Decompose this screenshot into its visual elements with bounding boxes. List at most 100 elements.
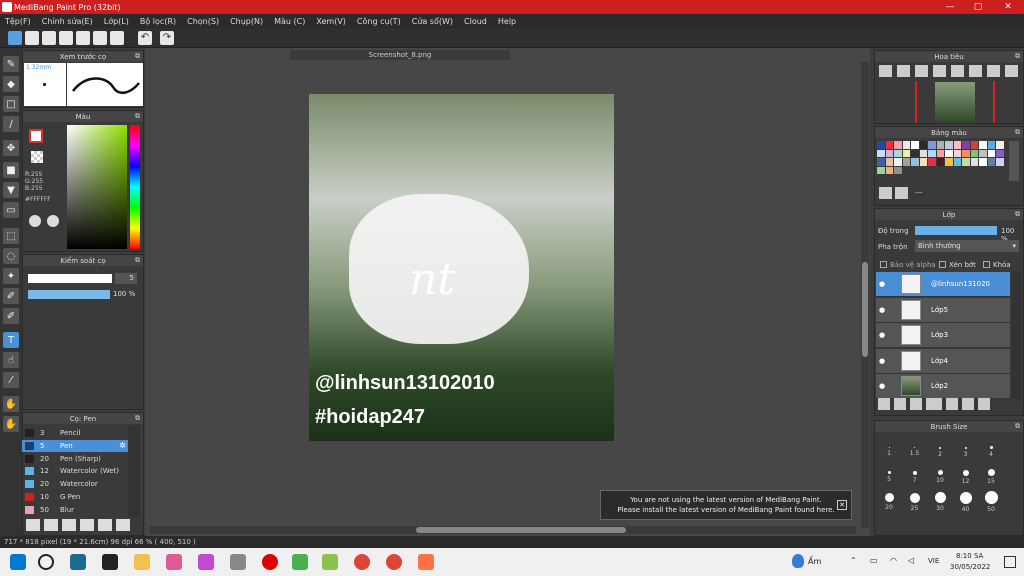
brush-add-icon[interactable] (26, 519, 40, 531)
brush-size-preset[interactable]: 10 (928, 465, 952, 489)
brush-size-preset[interactable]: 5 (877, 465, 901, 489)
layer-menu-icon[interactable] (926, 398, 942, 410)
palette-swatch[interactable] (987, 141, 995, 149)
brush-size-preset[interactable]: 15 (979, 465, 1003, 489)
network-icon[interactable]: ▭ (870, 556, 878, 565)
tray-chevron-icon[interactable]: ⌃ (850, 556, 857, 565)
palette-swatch[interactable] (987, 149, 995, 157)
palette-swatch[interactable] (945, 149, 953, 157)
gradient-tool-icon[interactable]: ▭ (3, 202, 19, 218)
layer-scrollbar[interactable] (1011, 271, 1021, 399)
protect-alpha-checkbox[interactable] (880, 261, 887, 268)
palette-swatch[interactable] (902, 149, 910, 157)
move-tool-icon[interactable]: ✥ (3, 140, 19, 156)
palette-swatch[interactable] (962, 141, 970, 149)
add-layer-icon[interactable] (878, 398, 890, 410)
fit-icon[interactable] (915, 65, 928, 77)
brush-settings-icon[interactable] (44, 519, 58, 531)
eye-icon[interactable]: ● (879, 357, 889, 365)
menu-select[interactable]: Chọn(S) (187, 17, 219, 26)
brush-size-slider[interactable] (28, 274, 112, 283)
color-sv-picker[interactable] (67, 125, 127, 249)
color-swap-icon[interactable] (47, 215, 59, 227)
eye-icon[interactable]: ● (879, 382, 889, 390)
hue-slider[interactable] (130, 125, 140, 249)
layer-row[interactable]: ● Lớp2 (876, 374, 1010, 399)
rect-tool-icon[interactable]: ■ (3, 162, 19, 178)
color-wheel-icon[interactable] (29, 215, 41, 227)
select-eraser-icon[interactable]: ✐ (3, 308, 19, 324)
palette-swatch[interactable] (894, 166, 902, 174)
record-icon[interactable] (262, 554, 278, 570)
layer-row[interactable]: ● Lớp4 (876, 348, 1010, 374)
palette-swatch[interactable] (911, 149, 919, 157)
notification-icon[interactable] (1004, 556, 1016, 568)
palette-swatch[interactable] (987, 158, 995, 166)
shape-tool-icon[interactable]: □ (3, 96, 19, 112)
menu-help[interactable]: Help (498, 17, 516, 26)
palette-delete-icon[interactable] (895, 187, 908, 199)
duplicate-layer-icon[interactable] (962, 398, 974, 410)
brush-size-preset[interactable]: 25 (903, 490, 927, 514)
brush-list-item[interactable]: 5 Pen ✲ (22, 439, 128, 452)
page-list-icon[interactable] (93, 31, 107, 45)
vertical-scrollbar[interactable] (861, 62, 869, 528)
document-tab[interactable]: Screenshot_8.png (290, 50, 510, 60)
menu-cloud[interactable]: Cloud (464, 17, 487, 26)
close-button[interactable]: ✕ (993, 0, 1023, 14)
notice-line-2[interactable]: Please install the latest version of Med… (601, 505, 851, 515)
eye-icon[interactable]: ● (879, 331, 889, 339)
redo-icon[interactable]: ↷ (160, 31, 174, 45)
fill-tool-icon[interactable]: ▼ (3, 182, 19, 198)
cloud-icon[interactable] (8, 31, 22, 45)
page-manage-icon[interactable] (110, 31, 124, 45)
palette-swatch[interactable] (877, 149, 885, 157)
panel-close-icon[interactable]: ⧉ (135, 112, 140, 121)
palette-swatch[interactable] (894, 149, 902, 157)
brush-list-item[interactable]: 20 Watercolor (22, 478, 128, 490)
palette-swatch[interactable] (962, 149, 970, 157)
palette-swatch[interactable] (885, 141, 893, 149)
flip-icon[interactable] (987, 65, 1000, 77)
share-icon[interactable] (25, 31, 39, 45)
chrome-icon-2[interactable] (386, 554, 402, 570)
brush-size-preset[interactable]: 1.5 (903, 440, 927, 464)
palette-swatch[interactable] (928, 141, 936, 149)
reset-view-icon[interactable] (1005, 65, 1018, 77)
palette-swatch[interactable] (885, 158, 893, 166)
file-explorer-icon[interactable] (134, 554, 150, 570)
panel-close-icon[interactable]: ⧉ (1015, 52, 1020, 61)
palette-swatch[interactable] (902, 158, 910, 166)
panel-close-icon[interactable]: ⧉ (135, 414, 140, 423)
palette-swatch[interactable] (936, 149, 944, 157)
palette-swatch[interactable] (936, 141, 944, 149)
menu-capture[interactable]: Chụp(N) (230, 17, 263, 26)
layer-folder-icon[interactable] (946, 398, 958, 410)
palette-swatch[interactable] (979, 149, 987, 157)
palette-swatch[interactable] (996, 158, 1004, 166)
brush-size-value[interactable]: 5 (115, 273, 137, 284)
search-icon[interactable] (38, 554, 54, 570)
language-indicator[interactable]: VIE (928, 557, 939, 565)
palette-swatch[interactable] (996, 141, 1004, 149)
zoom-in-icon[interactable] (897, 65, 910, 77)
brush-size-preset[interactable]: 12 (954, 465, 978, 489)
panel-close-icon[interactable]: ⧉ (135, 256, 140, 265)
palette-swatch[interactable] (911, 141, 919, 149)
brush-folder-icon[interactable] (98, 519, 112, 531)
layer-row[interactable]: ● Lớp3 (876, 323, 1010, 348)
palette-swatch[interactable] (919, 158, 927, 166)
horizontal-scroll-thumb[interactable] (416, 527, 626, 533)
clock-time[interactable]: 8:10 SA (956, 552, 983, 560)
merge-layer-icon[interactable] (978, 398, 990, 410)
artwork-canvas[interactable]: nt @linhsun13102010 #hoidap247 (309, 94, 614, 441)
lasso-tool-icon[interactable]: ◌ (3, 248, 19, 264)
opacity-slider[interactable] (28, 290, 110, 299)
layer-opacity-slider[interactable] (915, 226, 997, 235)
palette-swatch[interactable] (945, 158, 953, 166)
magic-wand-icon[interactable]: ✦ (3, 268, 19, 284)
comment-icon[interactable] (42, 31, 56, 45)
clipping-checkbox[interactable] (939, 261, 946, 268)
app-icon-3[interactable] (198, 554, 214, 570)
horizontal-scrollbar[interactable] (150, 526, 856, 534)
